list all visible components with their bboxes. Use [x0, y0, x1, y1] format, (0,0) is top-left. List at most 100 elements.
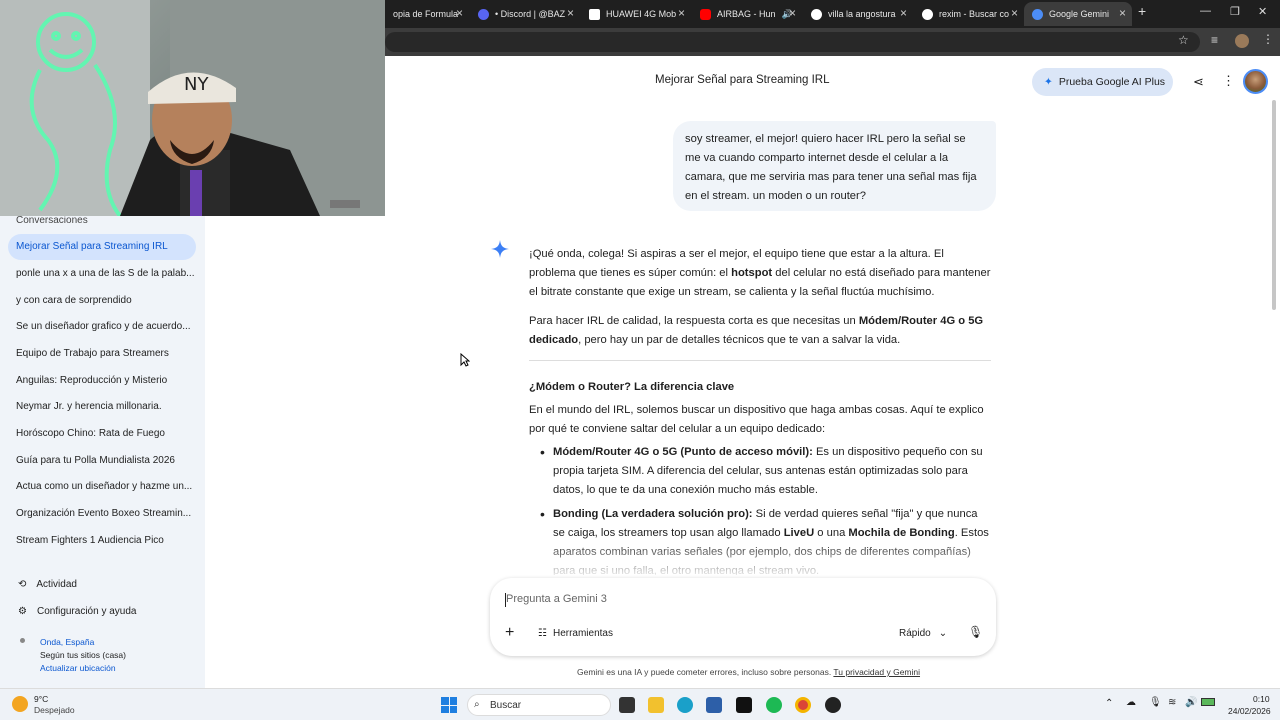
- add-icon[interactable]: +: [505, 624, 514, 642]
- yahoo-icon[interactable]: [736, 697, 752, 713]
- close-icon[interactable]: ×: [678, 6, 685, 20]
- chevron-up-icon[interactable]: ⌃: [1105, 698, 1113, 709]
- taskbar: 9°C Despejado ⌕ Buscar ⌃ ☁ 🎙 ≋ 🔊 0:10 24/…: [0, 688, 1280, 720]
- minimize-icon[interactable]: —: [1200, 5, 1211, 17]
- spotify-icon[interactable]: [766, 697, 782, 713]
- tab-label: • Discord | @BAZ: [495, 9, 566, 19]
- sidebar-item[interactable]: Neymar Jr. y herencia millonaria.: [8, 394, 196, 420]
- profile-avatar[interactable]: [1235, 34, 1249, 48]
- tab-formula[interactable]: opia de Formula ×: [385, 2, 469, 26]
- sidebar-item-active[interactable]: Mejorar Señal para Streaming IRL: [8, 234, 196, 260]
- response-paragraph: ¡Qué onda, colega! Si aspiras a ser el m…: [529, 245, 991, 302]
- gemini-icon: [1032, 8, 1043, 20]
- edge-icon[interactable]: [677, 697, 693, 713]
- try-ai-plus-button[interactable]: ✦ Prueba Google AI Plus: [1032, 68, 1173, 96]
- text-run: , pero hay un par de detalles técnicos q…: [578, 334, 901, 346]
- window-close-icon[interactable]: ✕: [1258, 5, 1267, 18]
- tab-rexim[interactable]: rexim - Buscar co ×: [914, 2, 1024, 26]
- close-icon[interactable]: ×: [567, 6, 574, 20]
- mode-selector[interactable]: Rápido ⌄: [899, 628, 947, 639]
- tab-villa[interactable]: villa la angostura ×: [803, 2, 913, 26]
- google-icon: [922, 8, 933, 20]
- taskbar-search[interactable]: ⌕ Buscar: [467, 694, 611, 716]
- webcam-image: NY: [0, 0, 385, 216]
- gemini-star-icon: [491, 240, 509, 258]
- tab-airbag[interactable]: AIRBAG - Hun 🔊 ×: [692, 2, 802, 26]
- microphone-icon[interactable]: 🎙: [968, 625, 983, 639]
- cloud-icon[interactable]: ☁: [1126, 697, 1136, 708]
- chrome-icon[interactable]: [795, 697, 811, 713]
- webcam-overlay: NY: [0, 0, 385, 216]
- prompt-input[interactable]: Pregunta a Gemini 3: [506, 593, 607, 605]
- youtube-icon: [700, 8, 711, 20]
- prompt-box[interactable]: Pregunta a Gemini 3 + ☷ Herramientas Rápi…: [490, 578, 996, 656]
- text-run: o una: [814, 527, 849, 539]
- file-explorer-icon[interactable]: [648, 697, 664, 713]
- windows-start-icon[interactable]: [441, 697, 457, 713]
- weather-icon: [12, 696, 28, 712]
- activity-link[interactable]: ⟲ Actividad: [18, 579, 77, 590]
- sidebar-item[interactable]: ponle una x a una de las S de la palab..…: [8, 261, 196, 287]
- address-bar[interactable]: [385, 32, 1200, 52]
- app-icon[interactable]: [825, 697, 841, 713]
- sidebar-item[interactable]: Equipo de Trabajo para Streamers: [8, 341, 196, 367]
- wifi-icon[interactable]: ≋: [1168, 697, 1176, 708]
- close-icon[interactable]: ×: [456, 6, 463, 20]
- sidebar-item[interactable]: Horóscopo Chino: Rata de Fuego: [8, 421, 196, 447]
- restore-icon[interactable]: ❐: [1230, 5, 1240, 18]
- response-paragraph: En el mundo del IRL, solemos buscar un d…: [529, 404, 984, 435]
- scrollbar[interactable]: [1272, 100, 1276, 310]
- disclaimer-text: Gemini es una IA y puede cometer errores…: [577, 667, 834, 677]
- location-city: Onda, España: [40, 637, 95, 647]
- privacy-link[interactable]: Tu privacidad y Gemini: [833, 667, 920, 677]
- search-label: Buscar: [490, 699, 522, 711]
- clock-date[interactable]: 24/02/2026: [1228, 706, 1271, 716]
- close-icon[interactable]: ×: [900, 6, 907, 20]
- settings-link[interactable]: ⚙ Configuración y ayuda: [18, 606, 136, 617]
- more-options-icon[interactable]: ⋮: [1222, 73, 1235, 89]
- tab-huawei[interactable]: HUAWEI 4G Mob ×: [581, 2, 691, 26]
- store-icon[interactable]: [706, 697, 722, 713]
- task-view-icon[interactable]: [619, 697, 635, 713]
- sparkle-icon: ✦: [1044, 76, 1053, 88]
- new-tab-icon[interactable]: +: [1138, 3, 1146, 19]
- tab-label: AIRBAG - Hun: [717, 9, 776, 19]
- browser-menu-icon[interactable]: ⋮: [1262, 32, 1274, 46]
- microphone-tray-icon[interactable]: 🎙: [1149, 697, 1162, 708]
- media-control-icon[interactable]: ≡: [1211, 33, 1218, 47]
- tab-discord[interactable]: • Discord | @BAZ ×: [470, 2, 580, 26]
- update-location-link[interactable]: Actualizar ubicación: [40, 663, 116, 673]
- bold-text: LiveU: [783, 527, 815, 539]
- conversations-heading: Conversaciones: [16, 215, 88, 226]
- tab-label: rexim - Buscar co: [939, 9, 1010, 19]
- sidebar-item[interactable]: y con cara de sorprendido: [8, 288, 196, 314]
- sidebar-item[interactable]: Actua como un diseñador y hazme un...: [8, 474, 196, 500]
- history-icon: ⟲: [18, 579, 27, 590]
- clock-time[interactable]: 0:10: [1253, 694, 1270, 704]
- volume-icon[interactable]: 🔊: [1185, 697, 1197, 708]
- page-title: Mejorar Señal para Streaming IRL: [655, 74, 830, 86]
- sidebar-item[interactable]: Guía para tu Polla Mundialista 2026: [8, 448, 196, 474]
- avatar[interactable]: [1243, 69, 1268, 94]
- tab-label: HUAWEI 4G Mob: [606, 9, 677, 19]
- sidebar-item[interactable]: Organización Evento Boxeo Streamin...: [8, 501, 196, 527]
- mode-label: Rápido: [899, 628, 931, 639]
- site-icon: [589, 8, 600, 20]
- bold-text: Módem/Router 4G o 5G (Punto de acceso mó…: [553, 446, 813, 458]
- close-icon[interactable]: ×: [789, 6, 796, 20]
- bookmark-star-icon[interactable]: ☆: [1178, 33, 1189, 47]
- settings-label: Configuración y ayuda: [36, 606, 137, 617]
- battery-icon[interactable]: [1201, 698, 1215, 706]
- tab-gemini[interactable]: Google Gemini ×: [1024, 2, 1132, 26]
- tools-icon: ☷: [538, 628, 547, 639]
- tools-button[interactable]: ☷ Herramientas: [538, 628, 613, 639]
- close-icon[interactable]: ×: [1119, 6, 1126, 20]
- search-icon: ⌕: [474, 699, 480, 710]
- bullet-icon: •: [540, 506, 545, 522]
- sidebar-item[interactable]: Anguilas: Reproducción y Misterio: [8, 368, 196, 394]
- sidebar-item[interactable]: Se un diseñador grafico y de acuerdo...: [8, 314, 196, 340]
- close-icon[interactable]: ×: [1011, 6, 1018, 20]
- share-icon[interactable]: ⋖: [1193, 74, 1204, 90]
- sidebar-item[interactable]: Stream Fighters 1 Audiencia Pico: [8, 528, 196, 554]
- weather-text: Despejado: [34, 705, 75, 715]
